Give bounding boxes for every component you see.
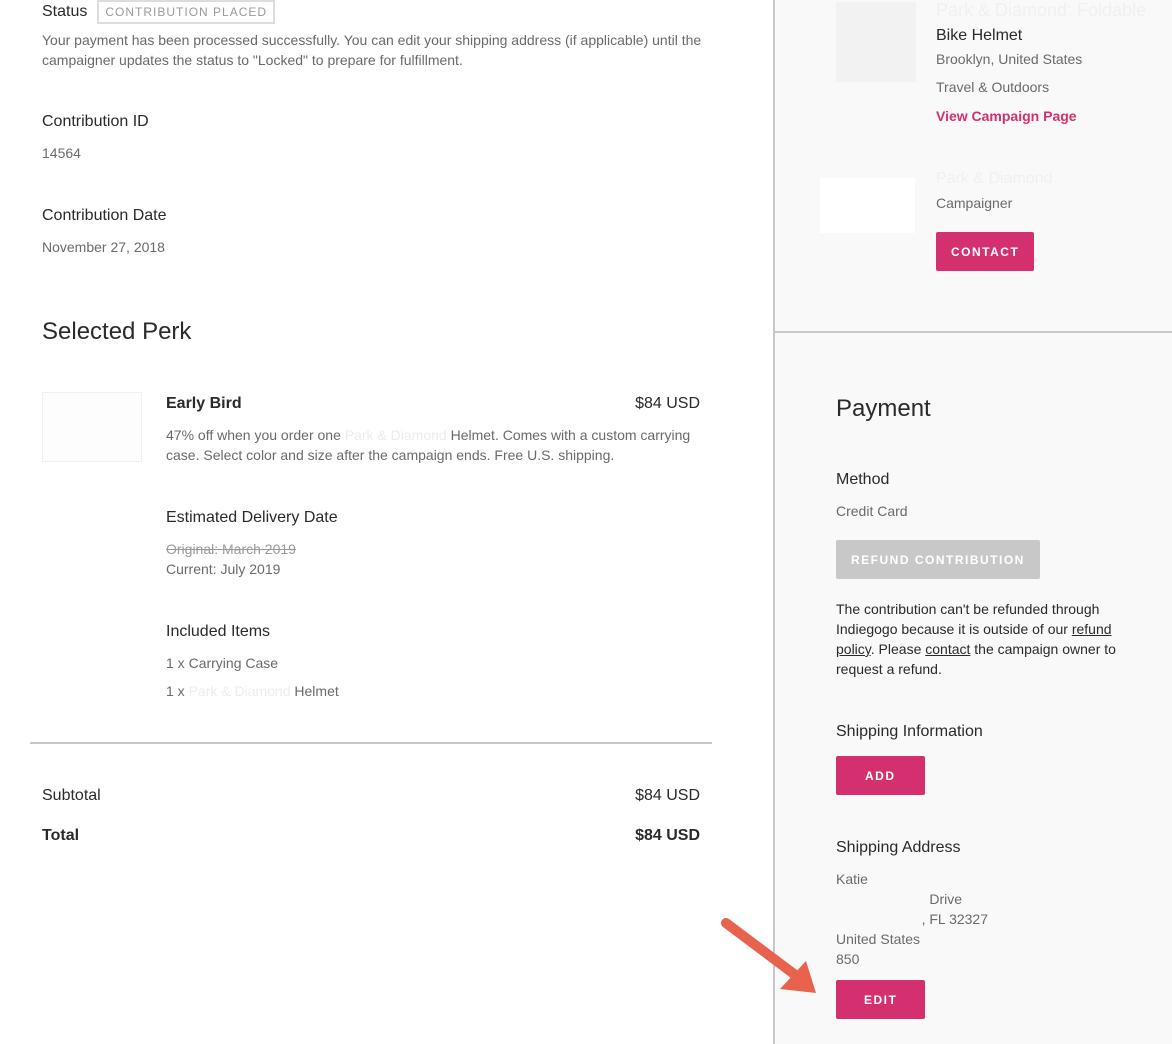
address-city: , FL 32327 [836, 909, 988, 929]
delivery-date-label: Estimated Delivery Date [166, 509, 338, 526]
address-name: Katie [836, 869, 988, 889]
payment-title: Payment [836, 395, 931, 422]
included-item: 1 x Carrying Case [166, 653, 278, 673]
contribution-id-value: 14564 [42, 145, 81, 161]
perk-image [42, 392, 142, 462]
delivery-original: Original: March 2019 [166, 541, 296, 557]
contribution-id-label: Contribution ID [42, 113, 149, 130]
campaign-location: Brooklyn, United States [936, 51, 1083, 67]
divider [30, 742, 712, 744]
shipping-address: Katie Drive , FL 32327 United States 850 [836, 869, 988, 969]
item-brand: Park & Diamond [188, 683, 291, 699]
refund-note-text: The contribution can't be refunded throu… [836, 601, 1100, 637]
perk-description: 47% off when you order one Park & Diamon… [166, 425, 700, 465]
status-badge: CONTRIBUTION PLACED [97, 0, 276, 24]
address-city-visible: , FL 32327 [921, 911, 988, 927]
annotation-arrow-icon [721, 918, 816, 993]
item-name: Carrying Case [188, 655, 279, 671]
divider [775, 331, 1172, 333]
campaign-image[interactable] [836, 2, 916, 82]
refund-contribution-button[interactable]: REFUND CONTRIBUTION [836, 540, 1040, 579]
status-description: Your payment has been processed successf… [42, 32, 702, 68]
address-street: Drive [836, 889, 988, 909]
campaigner-avatar [820, 178, 915, 233]
campaign-category: Travel & Outdoors [936, 79, 1050, 95]
shipping-address-label: Shipping Address [836, 839, 961, 856]
campaign-title-line1: Park & Diamond: Foldable [936, 0, 1147, 20]
included-items-label: Included Items [166, 623, 271, 640]
add-shipping-button[interactable]: ADD [836, 756, 925, 795]
address-phone-visible: 850 [836, 951, 860, 967]
item-name: Helmet [294, 683, 339, 699]
subtotal-label: Subtotal [42, 787, 101, 804]
campaigner-name: Park & Diamond [936, 170, 1053, 187]
edit-shipping-button[interactable]: EDIT [836, 980, 926, 1019]
selected-perk-title: Selected Perk [42, 318, 192, 345]
address-name-visible: Katie [836, 871, 868, 887]
item-qty: 1 x [166, 655, 185, 671]
contribution-date-label: Contribution Date [42, 207, 167, 224]
delivery-current: Current: July 2019 [166, 561, 281, 577]
total-label: Total [42, 827, 80, 844]
campaigner-role: Campaigner [936, 195, 1013, 211]
arrow-shaft [721, 918, 803, 982]
address-country: United States [836, 931, 921, 947]
contribution-date-value: November 27, 2018 [42, 239, 165, 255]
payment-method-value: Credit Card [836, 503, 908, 519]
redacted [836, 909, 922, 929]
total-value: $84 USD [635, 827, 700, 844]
perk-description-brand: Park & Diamond [344, 427, 447, 443]
refund-note-text: . Please [870, 641, 926, 657]
redacted [867, 869, 892, 889]
redacted [836, 889, 926, 909]
subtotal-value: $84 USD [635, 787, 700, 804]
refund-note: The contribution can't be refunded throu… [836, 599, 1136, 679]
contribution-details-panel: Status CONTRIBUTION PLACED Your payment … [0, 0, 773, 1044]
delivery-dates: Original: March 2019 Current: July 2019 [166, 539, 296, 579]
perk-price: $84 USD [635, 395, 700, 412]
address-phone: 850 [836, 949, 988, 969]
shipping-info-label: Shipping Information [836, 723, 983, 740]
contact-link[interactable]: contact [925, 641, 970, 657]
view-campaign-link[interactable]: View Campaign Page [936, 108, 1077, 124]
address-street-visible: Drive [929, 891, 963, 907]
sidebar: Park & Diamond: Foldable Bike Helmet Bro… [773, 0, 1172, 1044]
contact-button[interactable]: CONTACT [936, 232, 1035, 271]
perk-description-prefix: 47% off when you order one [166, 427, 345, 443]
item-qty: 1 x [166, 683, 185, 699]
campaign-title-line2: Bike Helmet [936, 27, 1023, 44]
included-item: 1 x Park & Diamond Helmet [166, 681, 339, 701]
payment-method-label: Method [836, 471, 890, 488]
status-row: Status CONTRIBUTION PLACED [42, 0, 276, 24]
status-label: Status [42, 3, 88, 20]
redacted [859, 949, 907, 969]
perk-name: Early Bird [166, 395, 242, 412]
